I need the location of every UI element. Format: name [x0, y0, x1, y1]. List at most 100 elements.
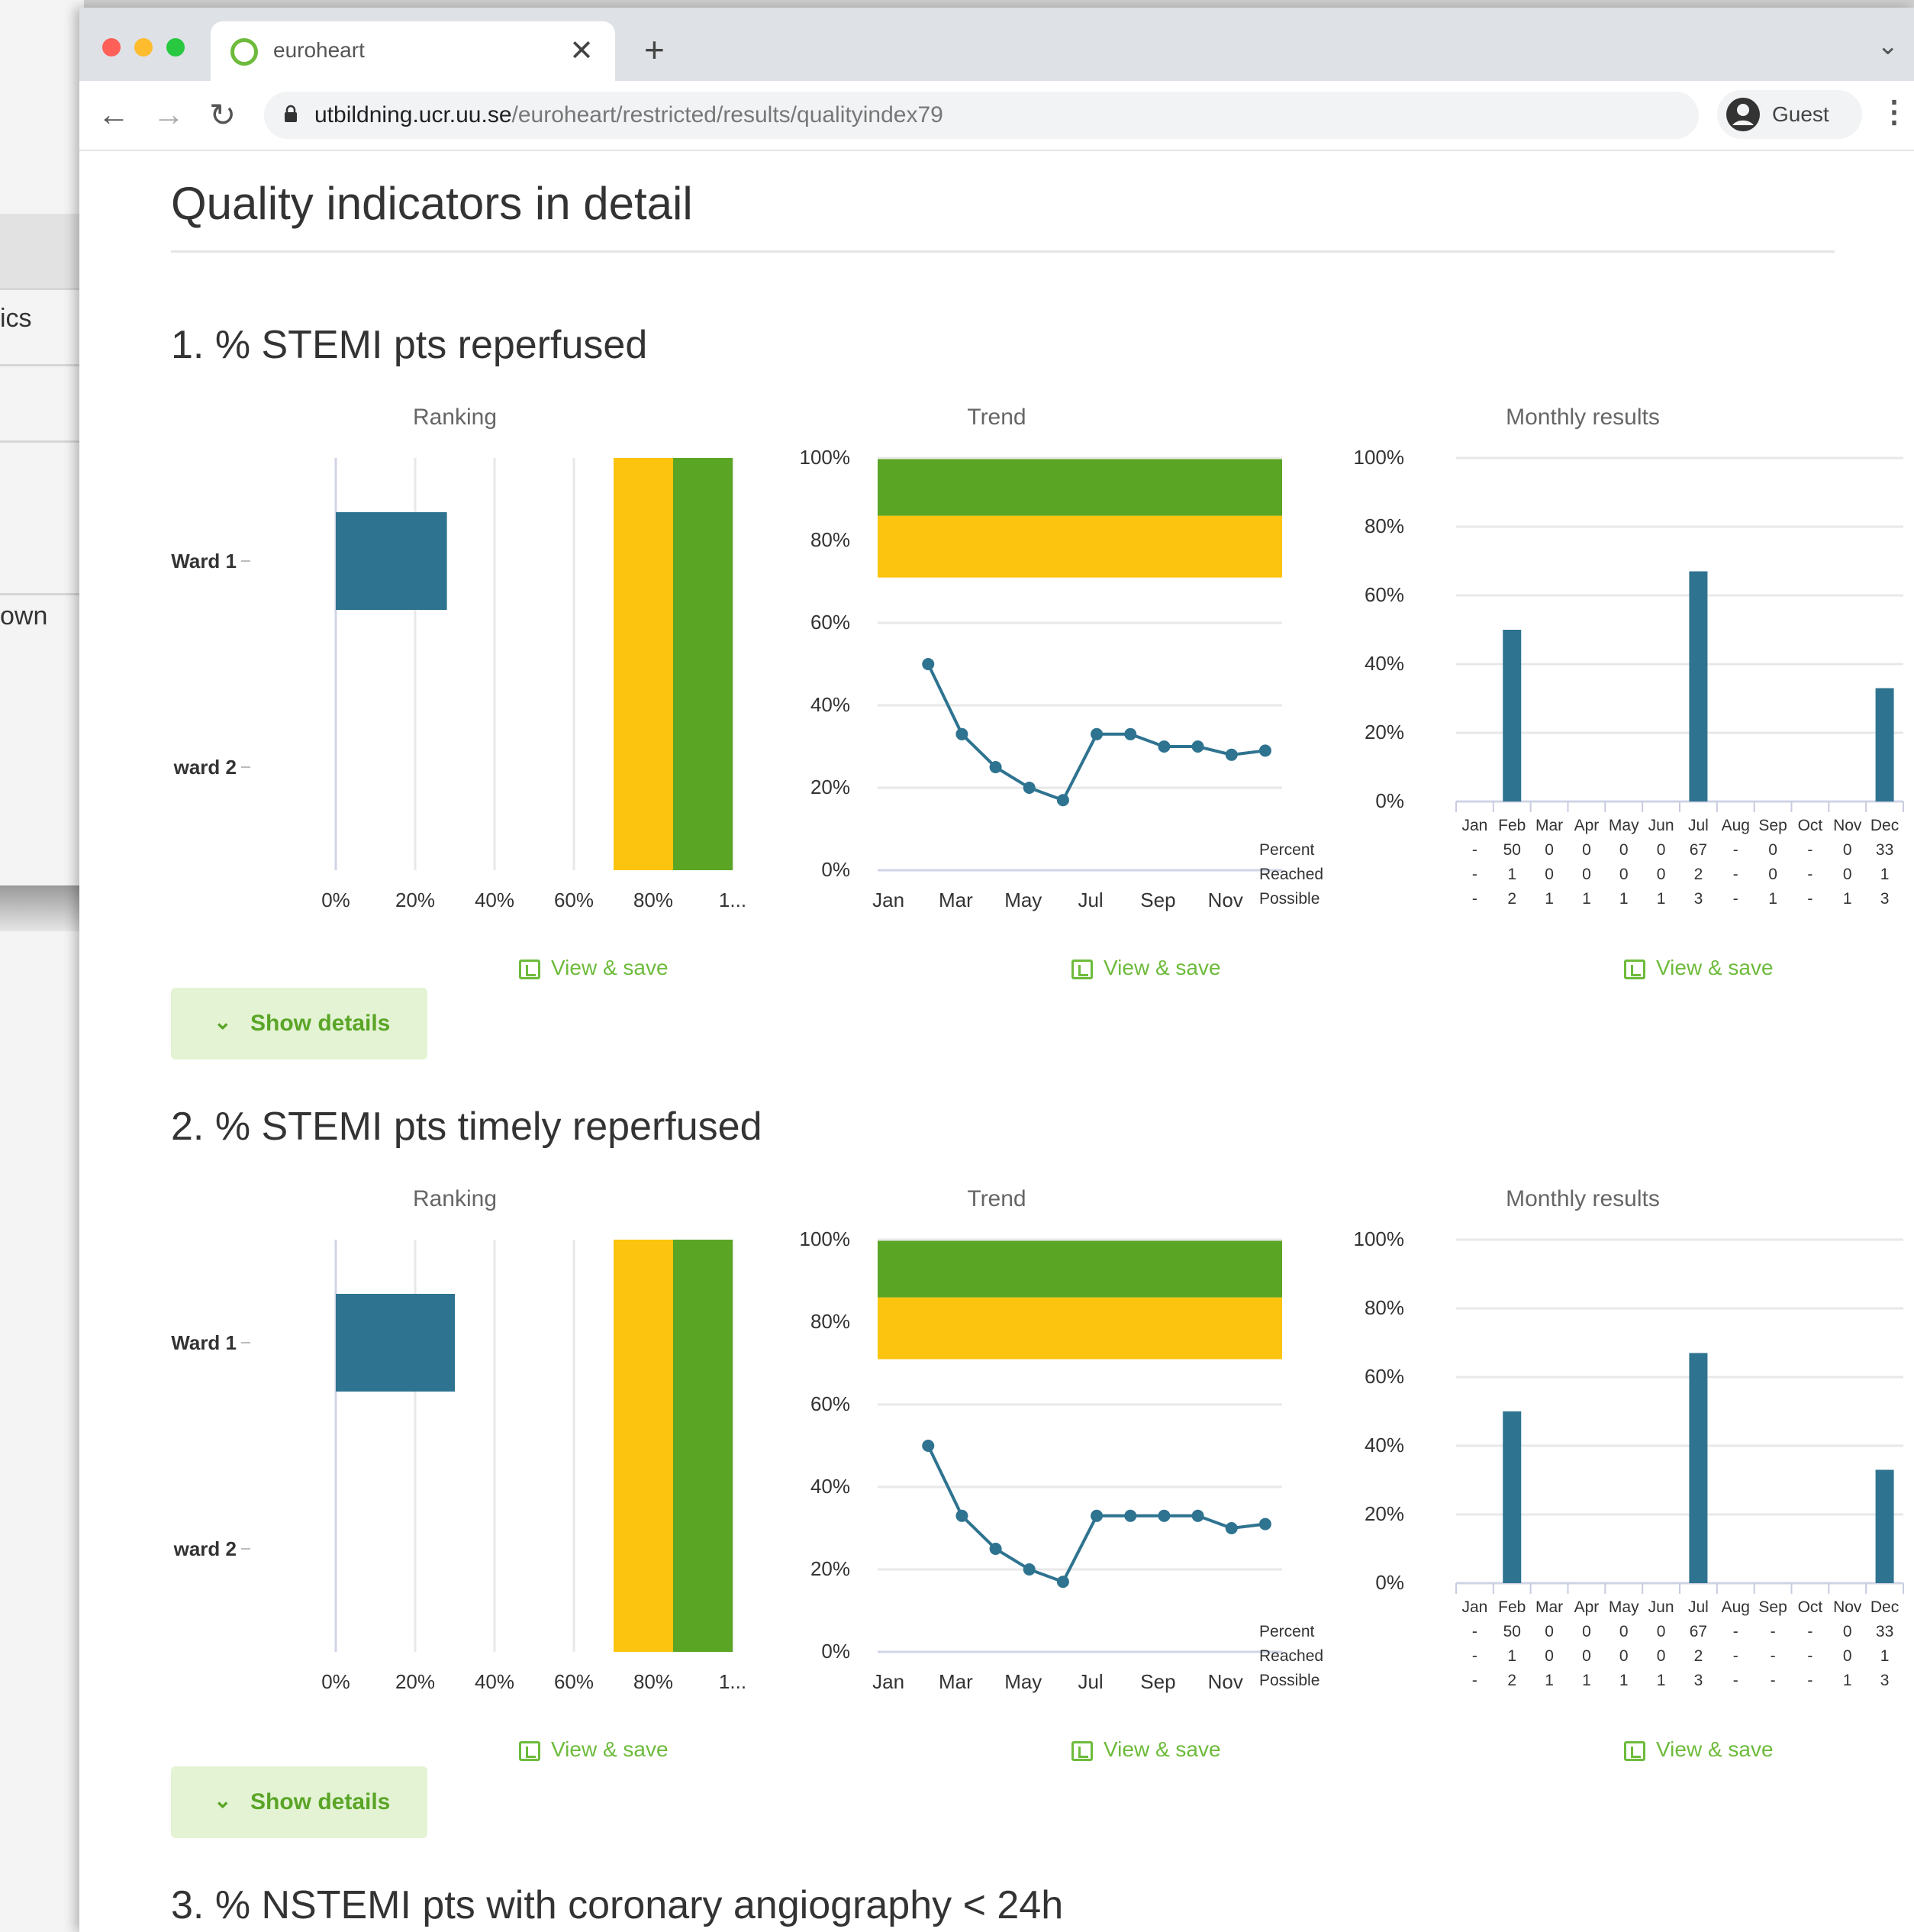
- monthly-table-cell: 0: [1582, 1623, 1591, 1640]
- monthly-table-cell: -: [1807, 866, 1812, 883]
- ranking-bar: [336, 1294, 455, 1392]
- monthly-x-tick-label: Feb: [1498, 817, 1526, 834]
- minimize-window-button[interactable]: [134, 38, 153, 56]
- trend-point: [1158, 1509, 1171, 1522]
- trend-point: [1158, 740, 1171, 753]
- monthly-table-cell: 0: [1768, 866, 1777, 883]
- monthly-table-cell: 0: [1843, 841, 1852, 859]
- browser-toolbar: ← → ↻ utbildning.ucr.uu.se/euroheart/res…: [79, 81, 1914, 151]
- monthly-table-cell: 0: [1657, 1623, 1666, 1640]
- chart-icon: [1624, 959, 1645, 979]
- monthly-table-cell: 0: [1582, 866, 1591, 883]
- monthly-table-cell: 1: [1619, 1672, 1629, 1689]
- ranking-x-tick-label: 20%: [395, 889, 435, 911]
- monthly-x-tick-label: May: [1609, 1598, 1639, 1616]
- menu-kebab-icon[interactable]: ⋮: [1879, 95, 1909, 130]
- monthly-y-tick-label: 20%: [1365, 721, 1404, 743]
- chevron-down-icon[interactable]: ⌄: [1877, 31, 1900, 61]
- monthly-table-cell: -: [1733, 1623, 1738, 1640]
- monthly-x-tick-label: Jun: [1648, 1598, 1674, 1616]
- monthly-table-cell: 50: [1503, 1623, 1521, 1640]
- ranking-category-label: ward 2: [173, 756, 237, 779]
- monthly-x-tick-label: May: [1609, 817, 1639, 834]
- trend-target-band-yellow: [878, 1297, 1282, 1359]
- bg-sidebar-item[interactable]: ics: [0, 214, 84, 333]
- monthly-bar: [1503, 1411, 1522, 1583]
- trend-point: [1124, 727, 1137, 740]
- trend-point: [922, 1440, 935, 1452]
- monthly-table-cell: -: [1733, 1647, 1738, 1665]
- view-save-monthly-1[interactable]: View & save: [1624, 956, 1774, 980]
- monthly-y-tick-label: 80%: [1365, 514, 1404, 537]
- monthly-table-cell: 2: [1507, 1672, 1516, 1689]
- trend-y-tick-label: 0%: [821, 1640, 850, 1663]
- monthly-table-cell: -: [1771, 1623, 1776, 1640]
- tab-strip: euroheart ✕ + ⌄: [79, 8, 1914, 81]
- trend-point: [955, 727, 968, 740]
- monthly-table-row-label: Percent: [1259, 1623, 1315, 1640]
- trend-x-tick-label: Mar: [939, 1670, 973, 1693]
- trend-target-band-green: [878, 1240, 1282, 1298]
- monthly-x-tick-label: Oct: [1798, 1598, 1823, 1616]
- view-save-monthly-2[interactable]: View & save: [1624, 1737, 1774, 1762]
- tab-euroheart[interactable]: euroheart ✕: [211, 21, 615, 81]
- trend-x-tick-label: Jul: [1078, 889, 1103, 911]
- view-save-label: View & save: [1104, 956, 1221, 979]
- close-tab-icon[interactable]: ✕: [569, 34, 594, 68]
- trend-y-tick-label: 60%: [810, 611, 850, 634]
- view-save-trend-2[interactable]: View & save: [1071, 1737, 1221, 1762]
- monthly-table-cell: 3: [1880, 1672, 1890, 1689]
- monthly-table-cell: 50: [1503, 841, 1521, 859]
- monthly-x-tick-label: Dec: [1870, 1598, 1899, 1616]
- monthly-table-cell: -: [1807, 1647, 1812, 1665]
- view-save-ranking-2[interactable]: View & save: [519, 1737, 669, 1762]
- monthly-table-cell: 0: [1545, 866, 1554, 883]
- trend-point: [1056, 1576, 1069, 1588]
- monthly-table-cell: -: [1771, 1647, 1776, 1665]
- monthly-table-cell: 1: [1619, 890, 1629, 908]
- view-save-trend-1[interactable]: View & save: [1071, 956, 1221, 980]
- bg-sidebar-item[interactable]: own: [0, 519, 84, 631]
- monthly-table-cell: 3: [1694, 890, 1703, 908]
- maximize-window-button[interactable]: [166, 38, 185, 56]
- show-details-button-2[interactable]: ⌄ Show details: [171, 1766, 427, 1838]
- show-details-label: Show details: [250, 1011, 391, 1036]
- monthly-y-tick-label: 40%: [1365, 652, 1404, 675]
- trend-y-tick-label: 20%: [810, 1557, 850, 1580]
- show-details-button-1[interactable]: ⌄ Show details: [171, 988, 427, 1060]
- trend-x-tick-label: Nov: [1208, 1670, 1243, 1693]
- trend-point: [1091, 1509, 1104, 1522]
- monthly-x-tick-label: Sep: [1758, 817, 1787, 834]
- forward-arrow-icon[interactable]: →: [153, 96, 185, 133]
- view-save-ranking-1[interactable]: View & save: [519, 956, 669, 980]
- chart-icon: [519, 959, 540, 979]
- address-bar[interactable]: utbildning.ucr.uu.se/euroheart/restricte…: [264, 92, 1699, 139]
- monthly-table-cell: 0: [1657, 866, 1666, 883]
- monthly-table-row-label: Possible: [1259, 890, 1320, 908]
- trend-x-tick-label: May: [1004, 1670, 1042, 1693]
- monthly-bar: [1503, 630, 1522, 802]
- monthly-table-cell: 0: [1545, 1623, 1554, 1640]
- bg-sidebar-item[interactable]: [0, 366, 84, 443]
- monthly-table-cell: 1: [1582, 890, 1591, 908]
- monthly-table-cell: 1: [1657, 890, 1666, 908]
- back-arrow-icon[interactable]: ←: [98, 96, 130, 133]
- monthly-title-2: Monthly results: [1506, 1186, 1660, 1211]
- bg-sidebar-item[interactable]: [0, 290, 84, 366]
- ranking-x-tick-label: 40%: [475, 1670, 514, 1693]
- ranking-x-tick-label: 60%: [554, 889, 594, 911]
- trend-chart-2: 0% 20% 40% 60% 80% 100% Jan Mar May Jul Sep Nov: [800, 1227, 1282, 1693]
- monthly-table-cell: 0: [1843, 1647, 1852, 1665]
- monthly-table-cell: 0: [1657, 841, 1666, 859]
- reload-icon[interactable]: ↻: [209, 96, 236, 134]
- url-text: utbildning.ucr.uu.se/euroheart/restricte…: [314, 102, 943, 128]
- profile-button[interactable]: Guest: [1717, 90, 1862, 139]
- trend-point: [1225, 1522, 1238, 1534]
- trend-x-tick-label: Jan: [872, 1670, 904, 1693]
- monthly-table-cell: 1: [1880, 1647, 1890, 1665]
- close-window-button[interactable]: [102, 38, 121, 56]
- new-tab-icon[interactable]: +: [644, 29, 665, 70]
- trend-x-tick-label: Jan: [872, 889, 904, 911]
- url-path: /euroheart/restricted/results/qualityind…: [511, 102, 943, 127]
- trend-title-1: Trend: [967, 405, 1026, 430]
